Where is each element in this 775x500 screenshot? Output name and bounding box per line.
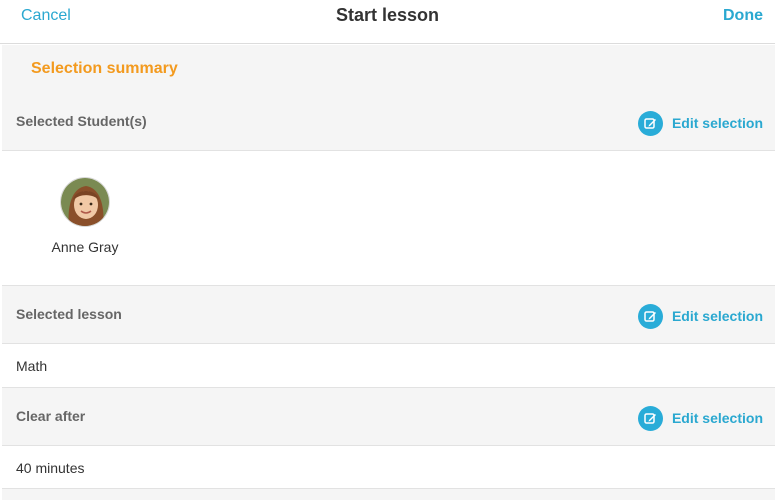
selected-lesson-row: Math	[2, 344, 775, 388]
selected-lesson-header: Selected lesson Edit selection	[2, 286, 775, 344]
selected-students-list: Anne Gray	[2, 151, 775, 286]
selected-lesson-value: Math	[16, 358, 48, 374]
edit-pencil-icon	[637, 303, 663, 329]
clear-after-row: 40 minutes	[2, 446, 775, 489]
selected-lesson-label: Selected lesson	[16, 306, 122, 322]
selection-summary-title: Selection summary	[31, 60, 178, 77]
edit-students-button[interactable]: Edit selection	[637, 109, 763, 137]
clear-after-label: Clear after	[16, 408, 86, 424]
edit-students-label: Edit selection	[671, 115, 763, 131]
done-button[interactable]: Done	[723, 7, 763, 25]
student-name: Anne Gray	[51, 239, 119, 255]
selected-students-header: Selected Student(s) Edit selection	[2, 93, 775, 151]
page-title: Start lesson	[335, 5, 440, 25]
footer-band	[2, 489, 775, 500]
student-item[interactable]: Anne Gray	[50, 177, 120, 255]
edit-clear-after-label: Edit selection	[671, 410, 763, 426]
selected-students-label: Selected Student(s)	[16, 113, 147, 129]
edit-pencil-icon	[637, 405, 663, 431]
edit-lesson-label: Edit selection	[671, 308, 763, 324]
edit-pencil-icon	[637, 110, 663, 136]
selection-summary-header: Selection summary	[2, 45, 775, 93]
navigation-bar: Cancel Start lesson Done	[0, 0, 775, 44]
edit-lesson-button[interactable]: Edit selection	[637, 302, 763, 330]
clear-after-value: 40 minutes	[16, 460, 85, 476]
student-avatar	[60, 177, 110, 227]
clear-after-header: Clear after Edit selection	[2, 388, 775, 446]
edit-clear-after-button[interactable]: Edit selection	[637, 404, 763, 432]
